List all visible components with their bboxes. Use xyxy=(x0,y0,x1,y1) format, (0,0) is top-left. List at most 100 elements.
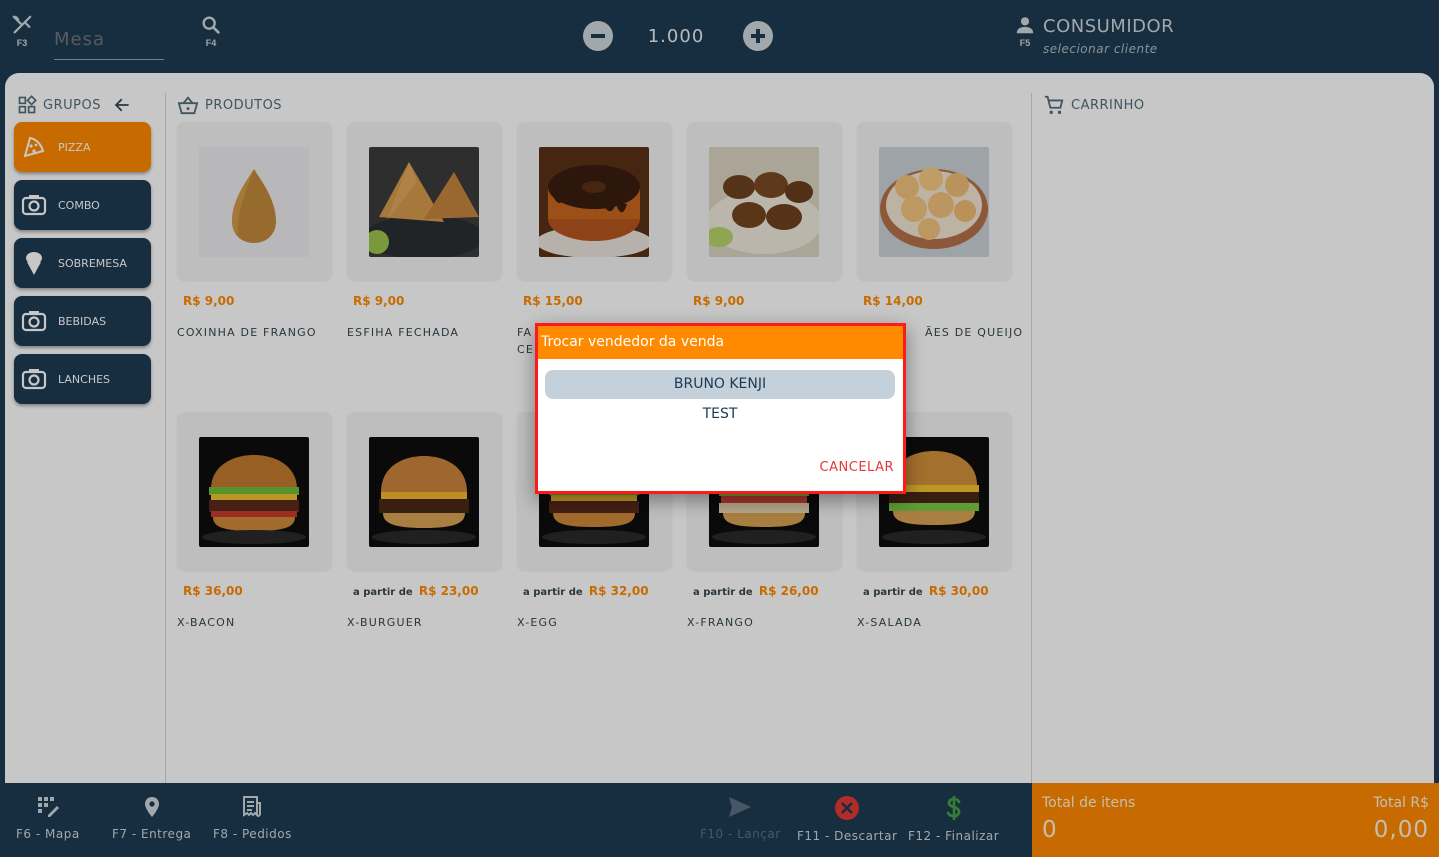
dollar-icon xyxy=(946,796,961,820)
send-icon xyxy=(729,797,752,817)
groups-header: GRUPOS xyxy=(17,95,131,115)
receipt-icon xyxy=(243,796,262,818)
minus-icon xyxy=(591,34,605,38)
launch-button[interactable]: F10 - Lançar xyxy=(700,795,781,841)
discard-label: F11 - Descartar xyxy=(797,829,898,843)
dialog-title: Trocar vendedor da venda xyxy=(538,326,903,359)
products-title: PRODUTOS xyxy=(205,97,283,113)
group-lanches[interactable]: LANCHES xyxy=(14,354,151,404)
finish-label: F12 - Finalizar xyxy=(908,829,1000,843)
product-price: R$ 9,00 xyxy=(353,294,405,308)
total-amount-value: 0,00 xyxy=(1373,817,1429,843)
group-label: PIZZA xyxy=(58,140,91,154)
cart-divider xyxy=(1031,93,1032,783)
product-name: COXINHA DE FRANGO xyxy=(177,326,317,339)
product-image-esfiha xyxy=(369,147,479,257)
arrow-left-icon[interactable] xyxy=(113,96,131,114)
product-image-pao-de-queijo xyxy=(879,147,989,257)
product-name: X-BACON xyxy=(177,616,236,629)
product-price: a partir de R$ 23,00 xyxy=(353,584,479,598)
total-amount-label: Total R$ xyxy=(1373,795,1429,811)
product-name: X-FRANGO xyxy=(687,616,755,629)
customer-shortcut-key: F5 xyxy=(1019,38,1031,48)
product-price: a partir de R$ 32,00 xyxy=(523,584,649,598)
customer-select-hint[interactable]: selecionar cliente xyxy=(1043,42,1158,56)
cart-header: CARRINHO xyxy=(1043,94,1145,116)
map-grid-icon xyxy=(37,797,59,817)
product-name: ESFIHA FECHADA xyxy=(347,326,460,339)
seller-option[interactable]: TEST xyxy=(545,400,895,429)
camera-icon xyxy=(20,307,48,335)
cart-icon xyxy=(1044,95,1064,114)
delivery-label: F7 - Entrega xyxy=(112,827,192,841)
camera-icon xyxy=(20,365,48,393)
cart-title: CARRINHO xyxy=(1071,97,1145,113)
groups-divider xyxy=(165,93,166,783)
product-image-x-bacon xyxy=(199,437,309,547)
quantity-value[interactable]: 1.000 xyxy=(630,26,722,47)
delivery-button[interactable]: F7 - Entrega xyxy=(112,795,191,841)
product-name: X-SALADA xyxy=(857,616,922,629)
product-name: ÃES DE QUEIJO xyxy=(925,326,1024,339)
search-shortcut-key: F4 xyxy=(205,38,217,48)
decrease-quantity-button[interactable] xyxy=(583,21,613,51)
close-circle-icon xyxy=(835,796,860,820)
increase-quantity-button[interactable] xyxy=(743,21,773,51)
orders-label: F8 - Pedidos xyxy=(213,827,292,841)
product-card[interactable]: R$ 9,00 ESFIHA FECHADA xyxy=(347,122,507,402)
product-price: R$ 14,00 xyxy=(863,294,923,308)
grid-icon xyxy=(18,95,37,114)
group-combo[interactable]: COMBO xyxy=(14,180,151,230)
groups-title: GRUPOS xyxy=(43,97,101,113)
product-name: X-BURGUER xyxy=(347,616,423,629)
basket-icon xyxy=(177,96,199,115)
group-label: BEBIDAS xyxy=(58,314,107,328)
change-seller-dialog: Trocar vendedor da venda BRUNO KENJI TES… xyxy=(535,323,906,494)
table-shortcut-key: F3 xyxy=(16,38,28,48)
finish-button[interactable]: F12 - Finalizar xyxy=(908,795,999,843)
cancel-button[interactable]: CANCELAR xyxy=(820,460,894,475)
group-pizza[interactable]: PIZZA xyxy=(14,122,151,172)
table-button[interactable]: F3 xyxy=(8,14,36,48)
group-bebidas[interactable]: BEBIDAS xyxy=(14,296,151,346)
totals-panel: Total de itens 0 Total R$ 0,00 xyxy=(1032,783,1439,857)
product-price: R$ 36,00 xyxy=(183,584,243,598)
product-price: R$ 9,00 xyxy=(183,294,235,308)
map-label: F6 - Mapa xyxy=(16,827,80,841)
product-name: FA CE xyxy=(517,326,535,356)
seller-option[interactable]: BRUNO KENJI xyxy=(545,370,895,399)
top-bar: F3 F4 1.000 F5 CONSUMIDOR selecionar cli… xyxy=(0,0,1439,73)
product-price: R$ 15,00 xyxy=(523,294,583,308)
product-price: R$ 9,00 xyxy=(693,294,745,308)
product-card[interactable]: R$ 36,00 X-BACON xyxy=(177,412,337,692)
group-sobremesa[interactable]: SOBREMESA xyxy=(14,238,151,288)
utensils-icon xyxy=(12,15,32,34)
total-items-label: Total de itens xyxy=(1042,795,1136,811)
customer-name[interactable]: CONSUMIDOR xyxy=(1043,16,1174,37)
product-image-coxinha xyxy=(199,147,309,257)
products-header: PRODUTOS xyxy=(177,95,282,115)
total-items-value: 0 xyxy=(1042,817,1058,843)
product-image-kibe xyxy=(709,147,819,257)
product-card[interactable]: a partir de R$ 23,00 X-BURGUER xyxy=(347,412,507,692)
product-name: X-EGG xyxy=(517,616,558,629)
customer-button[interactable]: F5 xyxy=(1011,14,1039,48)
plus-icon xyxy=(751,29,765,43)
map-button[interactable]: F6 - Mapa xyxy=(16,795,80,841)
person-icon xyxy=(1016,17,1034,34)
launch-label: F10 - Lançar xyxy=(700,827,781,841)
search-button[interactable]: F4 xyxy=(197,14,225,48)
product-card[interactable]: R$ 9,00 COXINHA DE FRANGO xyxy=(177,122,337,402)
location-pin-icon xyxy=(144,797,159,817)
discard-button[interactable]: F11 - Descartar xyxy=(797,795,897,843)
group-label: SOBREMESA xyxy=(58,256,127,270)
search-icon xyxy=(202,16,220,34)
product-image-cake xyxy=(539,147,649,257)
product-price: a partir de R$ 30,00 xyxy=(863,584,989,598)
pizza-icon xyxy=(20,133,48,161)
product-price: a partir de R$ 26,00 xyxy=(693,584,819,598)
orders-button[interactable]: F8 - Pedidos xyxy=(213,795,292,841)
group-label: COMBO xyxy=(58,198,100,212)
product-image-x-burguer xyxy=(369,437,479,547)
table-input[interactable] xyxy=(54,20,164,60)
